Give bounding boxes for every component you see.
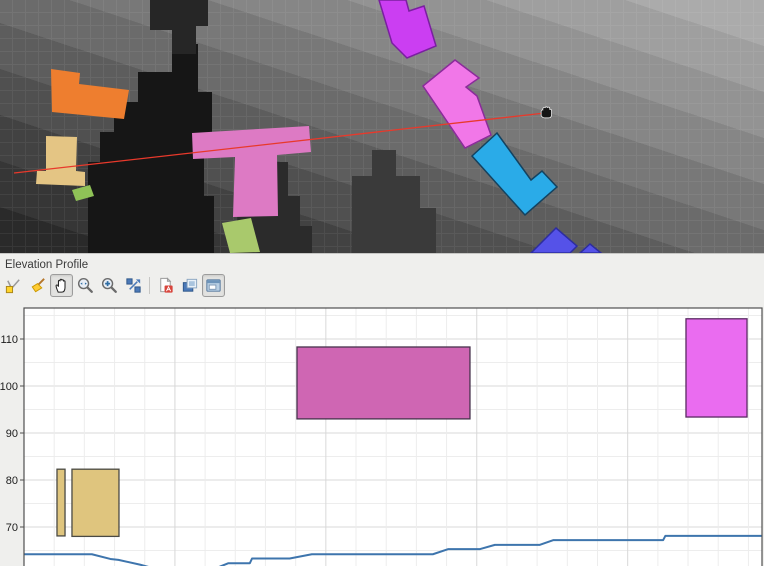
- map-canvas[interactable]: [0, 0, 764, 253]
- qgis-window: Elevation Profile 110 100 90 80 70: [0, 0, 764, 566]
- y-tick-label: 90: [6, 428, 18, 440]
- y-axis: 110 100 90 80 70: [0, 334, 24, 534]
- y-tick-label: 100: [0, 381, 18, 393]
- y-tick-label: 80: [6, 475, 18, 487]
- grab-hand-cursor: [542, 107, 552, 117]
- building-profile-box: [297, 347, 470, 419]
- export-image-icon: [180, 276, 199, 295]
- building-profile-box: [57, 469, 65, 536]
- broom-icon: [28, 276, 47, 295]
- zoom-in-button[interactable]: [98, 274, 121, 297]
- export-pdf-button[interactable]: [154, 274, 177, 297]
- y-tick-label: 110: [0, 334, 18, 346]
- hand-icon: [52, 276, 71, 295]
- y-tick-label: 70: [6, 522, 18, 534]
- nudge-arrows-icon: [124, 276, 143, 295]
- zoom-full-icon: [76, 276, 95, 295]
- dialog-icon: [204, 276, 223, 295]
- options-button[interactable]: [202, 274, 225, 297]
- clear-button[interactable]: [26, 274, 49, 297]
- export-pdf-icon: [156, 276, 175, 295]
- export-image-button[interactable]: [178, 274, 201, 297]
- building-profile-box: [686, 319, 747, 417]
- capture-curve-icon: [4, 276, 23, 295]
- elevation-profile-toolbar: [2, 274, 225, 297]
- zoom-full-button[interactable]: [74, 274, 97, 297]
- panel-title: Elevation Profile: [5, 259, 88, 271]
- building-profile-box: [72, 469, 119, 536]
- toolbar-separator: [149, 277, 150, 294]
- elevation-profile-chart[interactable]: 110 100 90 80 70: [0, 303, 764, 566]
- capture-curve-button[interactable]: [2, 274, 25, 297]
- pan-button[interactable]: [50, 274, 73, 297]
- nudge-button[interactable]: [122, 274, 145, 297]
- zoom-in-icon: [100, 276, 119, 295]
